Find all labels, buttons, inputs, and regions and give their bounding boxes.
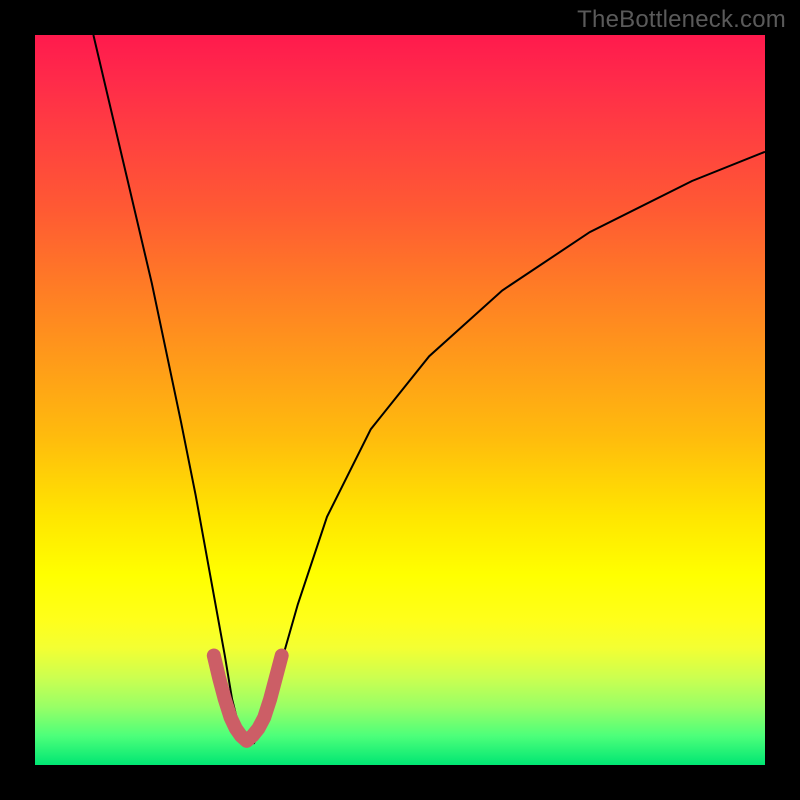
curve-layer (35, 35, 765, 765)
bottleneck-curve (93, 35, 765, 743)
plot-area (35, 35, 765, 765)
highlight-valley (214, 656, 282, 741)
watermark-text: TheBottleneck.com (577, 6, 786, 34)
chart-frame: TheBottleneck.com (0, 0, 800, 800)
